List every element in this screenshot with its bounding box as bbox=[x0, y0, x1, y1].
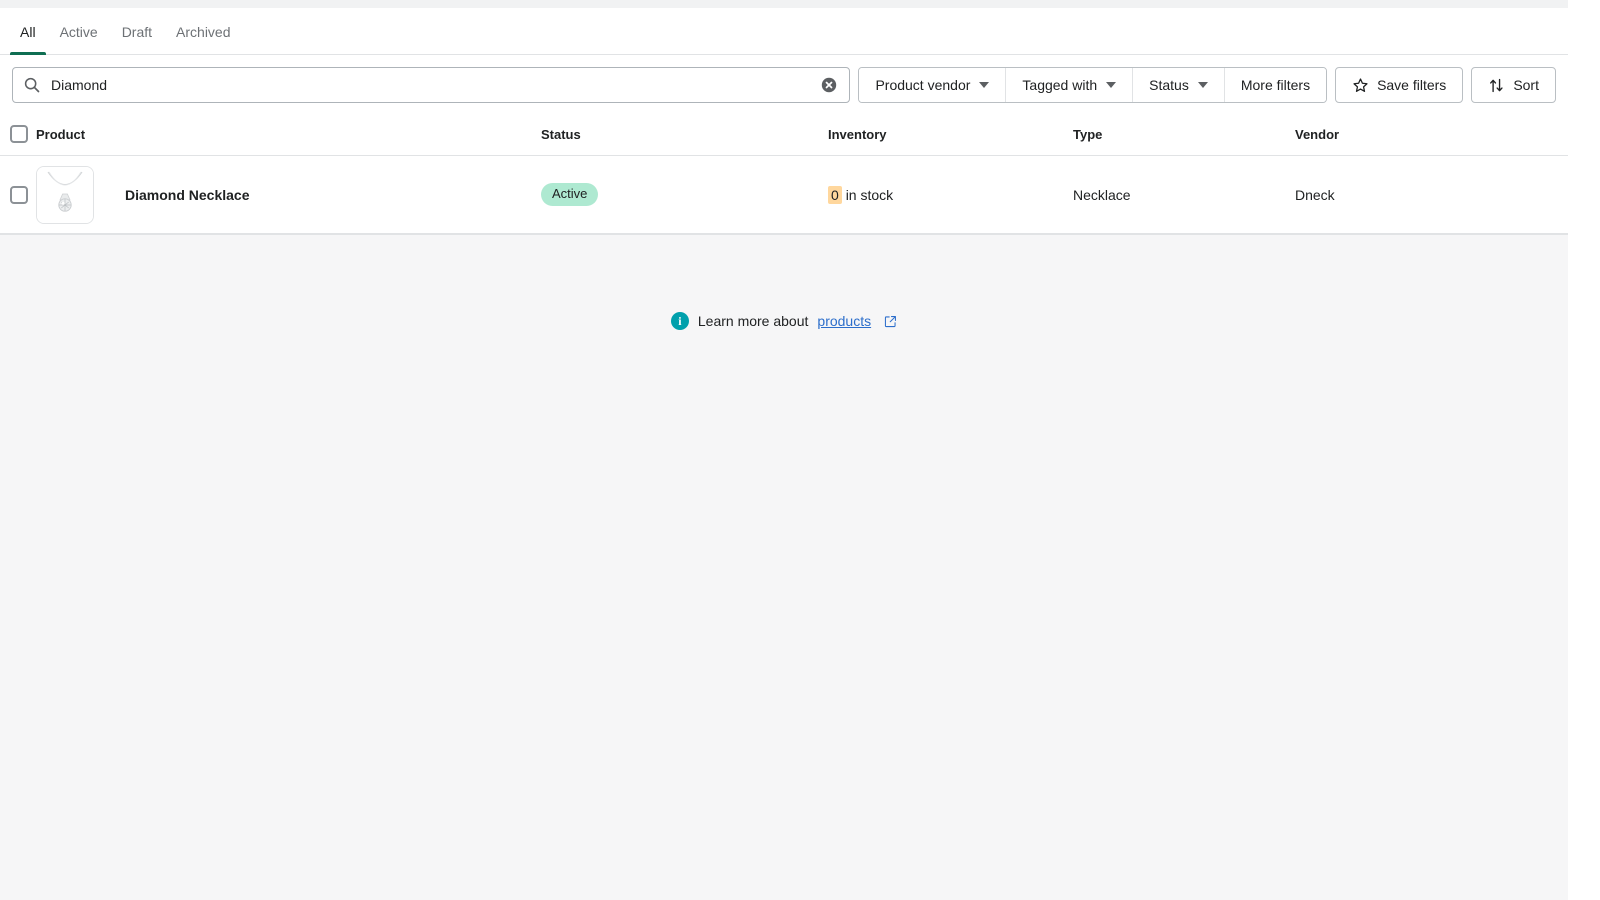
save-filters-button[interactable]: Save filters bbox=[1335, 67, 1464, 103]
filter-button-group: Product vendor Tagged with Status More f… bbox=[858, 67, 1328, 103]
type-cell: Necklace bbox=[1073, 155, 1295, 234]
filter-product-vendor-button[interactable]: Product vendor bbox=[859, 68, 1007, 102]
inventory-suffix: in stock bbox=[845, 186, 894, 203]
tab-draft[interactable]: Draft bbox=[110, 8, 164, 55]
necklace-pendant-image bbox=[37, 166, 93, 223]
scrollbar-gutter[interactable] bbox=[1568, 0, 1600, 900]
products-table: Product Status Inventory Type Vendor Dia… bbox=[0, 115, 1568, 234]
products-link-label: products bbox=[817, 313, 872, 329]
products-card: All Active Draft Archived Diamond Produc… bbox=[0, 8, 1568, 235]
column-header-inventory[interactable]: Inventory bbox=[828, 115, 1073, 156]
clear-search-button[interactable] bbox=[819, 75, 839, 95]
tab-active[interactable]: Active bbox=[48, 8, 110, 55]
filter-bar: Product vendor Tagged with Status More f… bbox=[0, 55, 1568, 115]
chevron-down-icon bbox=[979, 82, 990, 88]
status-tabs: All Active Draft Archived bbox=[0, 8, 1568, 55]
tab-all-label: All bbox=[20, 23, 36, 40]
tab-archived[interactable]: Archived bbox=[164, 8, 242, 55]
filter-tagged-with-button[interactable]: Tagged with bbox=[1006, 68, 1134, 102]
column-header-vendor[interactable]: Vendor bbox=[1295, 115, 1568, 156]
filter-status-label: Status bbox=[1149, 77, 1189, 93]
search-box[interactable] bbox=[12, 67, 851, 103]
product-name-link[interactable]: Diamond Necklace bbox=[125, 187, 250, 203]
status-cell: Active bbox=[541, 155, 828, 234]
tab-all[interactable]: All bbox=[8, 8, 48, 55]
top-strip bbox=[0, 0, 1568, 8]
select-all-checkbox[interactable] bbox=[10, 125, 28, 143]
column-header-status[interactable]: Status bbox=[541, 115, 828, 156]
table-header-row: Product Status Inventory Type Vendor bbox=[0, 115, 1568, 156]
filter-product-vendor-label: Product vendor bbox=[875, 77, 971, 93]
status-badge: Active bbox=[541, 183, 599, 206]
vendor-cell: Dneck bbox=[1295, 155, 1568, 234]
save-filters-label: Save filters bbox=[1377, 77, 1447, 93]
learn-more-text: Learn more about bbox=[697, 313, 809, 329]
inventory-count: 0 bbox=[828, 185, 842, 204]
filter-tagged-with-label: Tagged with bbox=[1022, 77, 1098, 93]
products-link[interactable]: products bbox=[817, 313, 871, 329]
inventory-cell: 0 in stock bbox=[828, 155, 1073, 234]
product-cell: Diamond Necklace bbox=[36, 155, 541, 234]
more-filters-label: More filters bbox=[1240, 77, 1311, 93]
search-icon bbox=[24, 77, 40, 93]
info-icon: i bbox=[670, 312, 689, 330]
product-thumbnail[interactable] bbox=[36, 165, 94, 224]
external-link-icon bbox=[885, 315, 897, 327]
sort-label: Sort bbox=[1513, 77, 1539, 93]
chevron-down-icon bbox=[1197, 82, 1208, 88]
column-header-product[interactable]: Product bbox=[36, 115, 541, 156]
tab-archived-label: Archived bbox=[176, 23, 231, 40]
table-body: Diamond Necklace Active 0 in stock Neckl… bbox=[0, 155, 1568, 234]
search-input[interactable] bbox=[41, 77, 814, 93]
learn-more-footer: i Learn more about products bbox=[0, 312, 1568, 330]
row-checkbox[interactable] bbox=[10, 185, 28, 204]
products-page: All Active Draft Archived Diamond Produc… bbox=[0, 0, 1600, 900]
clear-circle-icon bbox=[822, 77, 837, 93]
select-all-header bbox=[0, 115, 36, 156]
sort-button[interactable]: Sort bbox=[1471, 67, 1556, 103]
star-icon bbox=[1353, 77, 1368, 92]
filter-status-button[interactable]: Status bbox=[1133, 68, 1225, 102]
tab-draft-label: Draft bbox=[121, 23, 153, 40]
table-row[interactable]: Diamond Necklace Active 0 in stock Neckl… bbox=[0, 155, 1568, 234]
column-header-type[interactable]: Type bbox=[1073, 115, 1295, 156]
row-select-cell bbox=[0, 155, 36, 234]
table-head: Product Status Inventory Type Vendor bbox=[0, 115, 1568, 156]
more-filters-button[interactable]: More filters bbox=[1224, 68, 1327, 102]
tab-active-label: Active bbox=[59, 23, 98, 40]
sort-arrows-icon bbox=[1490, 78, 1503, 92]
chevron-down-icon bbox=[1106, 82, 1117, 88]
